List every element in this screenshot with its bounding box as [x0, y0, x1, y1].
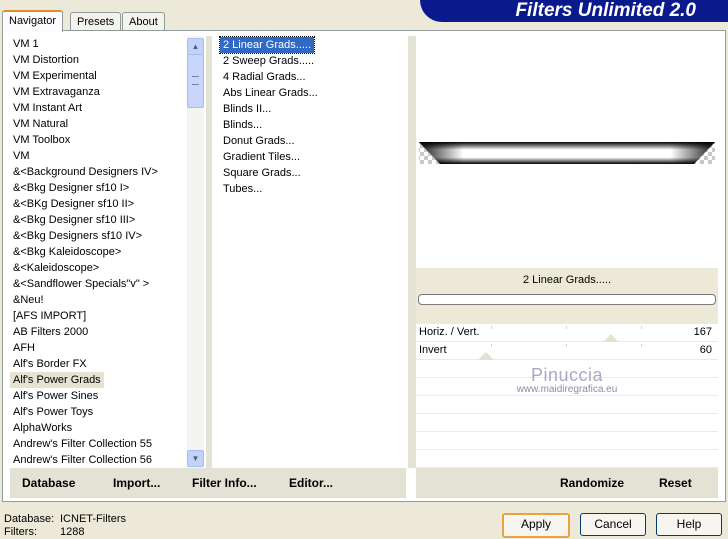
filter-item[interactable]: Blinds...: [220, 117, 262, 133]
filter-list: 2 Linear Grads..... 2 Sweep Grads..... 4 R…: [218, 36, 405, 197]
randomize-button[interactable]: Randomize: [560, 476, 624, 490]
category-item[interactable]: &<Background Designers IV>: [10, 164, 158, 180]
slider-tick: [491, 326, 492, 329]
filter-item[interactable]: 4 Radial Grads...: [220, 69, 306, 85]
slider-thumb[interactable]: [603, 334, 619, 342]
reset-button[interactable]: Reset: [659, 476, 692, 490]
filters-count: 1288: [60, 526, 85, 538]
category-item[interactable]: &<Bkg Designer sf10 I>: [10, 180, 129, 196]
apply-button[interactable]: Apply: [502, 513, 570, 538]
slider-thumb[interactable]: [478, 352, 494, 360]
category-item[interactable]: VM Instant Art: [10, 100, 82, 116]
filter-info-button[interactable]: Filter Info...: [192, 476, 257, 490]
help-button[interactable]: Help: [656, 513, 722, 536]
scroll-down-icon[interactable]: ▼: [187, 450, 204, 467]
empty-control-row: [416, 378, 718, 396]
empty-control-row: [416, 432, 718, 450]
app-title: Filters Unlimited 2.0: [515, 0, 696, 21]
empty-control-row: [416, 414, 718, 432]
category-item[interactable]: &<BKg Designer sf10 II>: [10, 196, 134, 212]
category-item[interactable]: &<Bkg Designers sf10 IV>: [10, 228, 142, 244]
filter-item[interactable]: 2 Linear Grads.....: [218, 36, 316, 54]
tab-presets[interactable]: Presets: [70, 12, 122, 31]
slider-value: 167: [693, 326, 712, 338]
category-item[interactable]: VM 1: [10, 36, 39, 52]
empty-control-row: [416, 450, 718, 468]
scroll-up-icon[interactable]: ▲: [187, 38, 204, 55]
preview-divider: [408, 36, 416, 468]
category-item[interactable]: Andrew's Filter Collection 56: [10, 452, 152, 468]
database-button[interactable]: Database: [22, 476, 75, 490]
empty-control-row: [416, 360, 718, 378]
left-button-bar: Database Import... Filter Info... Editor…: [10, 468, 406, 498]
category-item[interactable]: AlphaWorks: [10, 420, 72, 436]
category-item[interactable]: VM Natural: [10, 116, 68, 132]
slider-value: 60: [699, 344, 712, 356]
slider-tick: [641, 344, 642, 347]
category-item[interactable]: &<Bkg Designer sf10 III>: [10, 212, 135, 228]
filter-item[interactable]: Square Grads...: [220, 165, 301, 181]
list-divider: [206, 36, 212, 468]
slider-tick: [641, 326, 642, 329]
category-item[interactable]: Andrew's Filter Collection 55: [10, 436, 152, 452]
category-item[interactable]: VM: [10, 148, 30, 164]
filter-name-label: 2 Linear Grads.....: [522, 274, 612, 286]
database-value: ICNET-Filters: [60, 513, 126, 525]
tab-navigator[interactable]: Navigator: [2, 10, 64, 32]
category-list: VM 1 VM Distortion VM Experimental VM Extra…: [10, 36, 186, 468]
cancel-button[interactable]: Cancel: [580, 513, 646, 536]
filter-item[interactable]: Donut Grads...: [220, 133, 295, 149]
database-label: Database:: [4, 513, 55, 525]
filters-label: Filters:: [4, 526, 37, 538]
category-item[interactable]: Alf's Border FX: [10, 356, 87, 372]
slider-horiz-vert[interactable]: Horiz. / Vert. 167: [416, 324, 718, 342]
category-item[interactable]: &<Kaleidoscope>: [10, 260, 99, 276]
tab-about[interactable]: About: [122, 12, 165, 31]
category-item[interactable]: Alf's Power Toys: [10, 404, 93, 420]
scrollbar-thumb[interactable]: [187, 54, 204, 108]
category-item[interactable]: [AFS IMPORT]: [10, 308, 86, 324]
status-area: Database: ICNET-Filters Filters: 1288: [4, 513, 126, 539]
filter-item[interactable]: 2 Sweep Grads.....: [220, 53, 314, 69]
filter-item[interactable]: Blinds II...: [220, 101, 271, 117]
category-item[interactable]: Alf's Power Grads: [10, 372, 104, 388]
right-button-bar: Randomize Reset: [416, 468, 718, 498]
controls-area: Horiz. / Vert. 167 Invert 60: [416, 324, 718, 468]
filter-item[interactable]: Tubes...: [220, 181, 262, 197]
category-item[interactable]: &<Bkg Kaleidoscope>: [10, 244, 121, 260]
slider-invert[interactable]: Invert 60: [416, 342, 718, 360]
filter-item[interactable]: Abs Linear Grads...: [220, 85, 318, 101]
progress-bar: [418, 294, 716, 305]
category-item[interactable]: AB Filters 2000: [10, 324, 88, 340]
filter-item[interactable]: Gradient Tiles...: [220, 149, 300, 165]
app-banner: Filters Unlimited 2.0: [420, 0, 728, 22]
category-item[interactable]: Alf's Power Sines: [10, 388, 98, 404]
slider-label: Horiz. / Vert.: [419, 326, 480, 338]
slider-tick: [566, 344, 567, 347]
preview-pane: [416, 36, 718, 268]
slider-label: Invert: [419, 344, 447, 356]
category-scrollbar[interactable]: ▲ ▼: [187, 36, 204, 468]
category-item[interactable]: VM Extravaganza: [10, 84, 100, 100]
category-item[interactable]: AFH: [10, 340, 35, 356]
slider-tick: [491, 344, 492, 347]
preview-image: [419, 142, 715, 164]
empty-control-row: [416, 396, 718, 414]
category-item[interactable]: &<Sandflower Specials"v" >: [10, 276, 149, 292]
filter-info-area: 2 Linear Grads.....: [416, 268, 718, 324]
slider-tick: [566, 326, 567, 329]
category-item[interactable]: VM Experimental: [10, 68, 97, 84]
editor-button[interactable]: Editor...: [289, 476, 333, 490]
category-item[interactable]: VM Distortion: [10, 52, 79, 68]
import-button[interactable]: Import...: [113, 476, 160, 490]
category-item[interactable]: VM Toolbox: [10, 132, 70, 148]
category-item[interactable]: &Neu!: [10, 292, 44, 308]
